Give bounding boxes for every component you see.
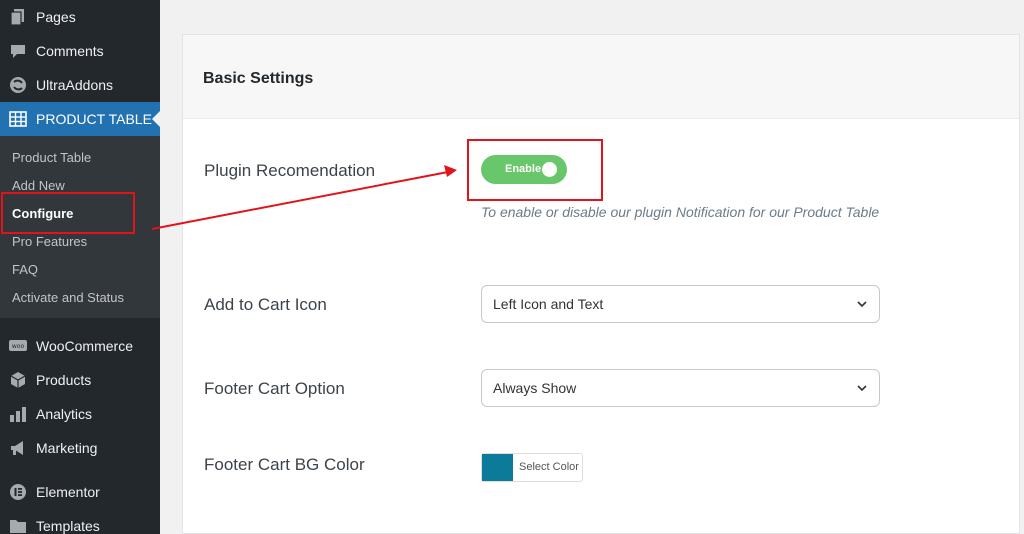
annotation-arrow (151, 165, 457, 230)
